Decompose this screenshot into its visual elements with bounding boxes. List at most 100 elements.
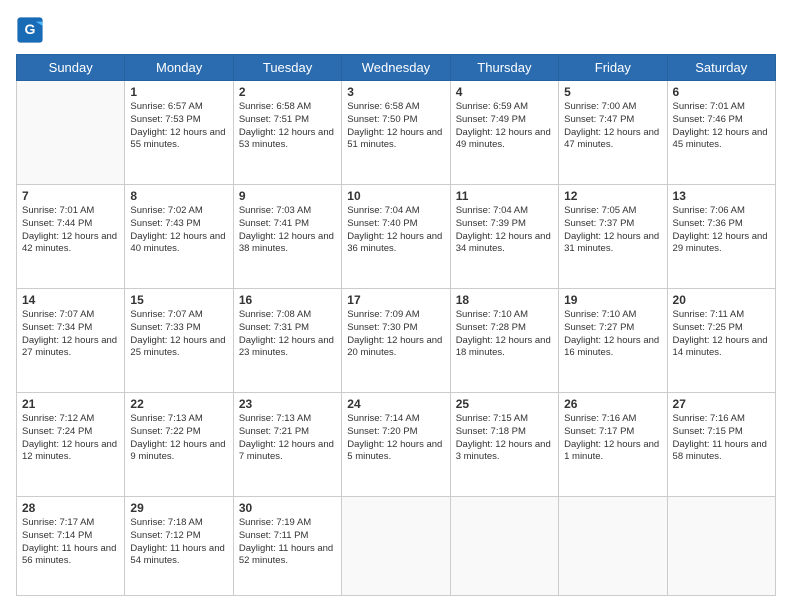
- day-info: Sunrise: 7:13 AM Sunset: 7:21 PM Dayligh…: [239, 413, 336, 464]
- calendar-cell: [342, 496, 450, 595]
- day-number: 5: [564, 85, 661, 99]
- day-number: 1: [130, 85, 227, 99]
- day-number: 16: [239, 293, 336, 307]
- calendar-cell: 22 Sunrise: 7:13 AM Sunset: 7:22 PM Dayli…: [125, 392, 233, 496]
- calendar-cell: 9Sunrise: 7:03 AM Sunset: 7:41 PM Daylig…: [233, 184, 341, 288]
- header-cell-saturday: Saturday: [667, 55, 775, 81]
- day-number: 4: [456, 85, 553, 99]
- day-number: 23: [239, 397, 336, 411]
- day-info: Sunrise: 7:07 AM Sunset: 7:34 PM Dayligh…: [22, 309, 119, 360]
- day-number: 18: [456, 293, 553, 307]
- header-cell-thursday: Thursday: [450, 55, 558, 81]
- week-row-2: 14 Sunrise: 7:07 AM Sunset: 7:34 PM Dayli…: [17, 288, 776, 392]
- calendar-cell: 27 Sunrise: 7:16 AM Sunset: 7:15 PM Dayli…: [667, 392, 775, 496]
- day-number: 21: [22, 397, 119, 411]
- day-info: Sunrise: 7:05 AM Sunset: 7:37 PM Dayligh…: [564, 205, 661, 256]
- day-info: Sunrise: 7:04 AM Sunset: 7:40 PM Dayligh…: [347, 205, 444, 256]
- day-number: 12: [564, 189, 661, 203]
- calendar-cell: 7 Sunrise: 7:01 AM Sunset: 7:44 PM Daylig…: [17, 184, 125, 288]
- day-number: 28: [22, 501, 119, 515]
- calendar-cell: 1 Sunrise: 6:57 AM Sunset: 7:53 PM Daylig…: [125, 81, 233, 185]
- day-number: 8: [130, 189, 227, 203]
- day-info: Sunrise: 7:15 AM Sunset: 7:18 PM Dayligh…: [456, 413, 553, 464]
- calendar-cell: 3Sunrise: 6:58 AM Sunset: 7:50 PM Daylig…: [342, 81, 450, 185]
- calendar-cell: [559, 496, 667, 595]
- day-number: 19: [564, 293, 661, 307]
- day-info: Sunrise: 7:01 AM Sunset: 7:44 PM Dayligh…: [22, 205, 119, 256]
- day-info: Sunrise: 7:11 AM Sunset: 7:25 PM Dayligh…: [673, 309, 770, 360]
- day-number: 22: [130, 397, 227, 411]
- day-number: 30: [239, 501, 336, 515]
- day-info: Sunrise: 6:57 AM Sunset: 7:53 PM Dayligh…: [130, 101, 227, 152]
- header: G: [16, 16, 776, 44]
- day-number: 6: [673, 85, 770, 99]
- header-cell-friday: Friday: [559, 55, 667, 81]
- calendar-cell: 18Sunrise: 7:10 AM Sunset: 7:28 PM Dayli…: [450, 288, 558, 392]
- day-info: Sunrise: 6:59 AM Sunset: 7:49 PM Dayligh…: [456, 101, 553, 152]
- day-number: 25: [456, 397, 553, 411]
- header-cell-sunday: Sunday: [17, 55, 125, 81]
- calendar-cell: 24 Sunrise: 7:14 AM Sunset: 7:20 PM Dayli…: [342, 392, 450, 496]
- header-row: SundayMondayTuesdayWednesdayThursdayFrid…: [17, 55, 776, 81]
- day-info: Sunrise: 7:04 AM Sunset: 7:39 PM Dayligh…: [456, 205, 553, 256]
- calendar-cell: 26Sunrise: 7:16 AM Sunset: 7:17 PM Dayli…: [559, 392, 667, 496]
- calendar-cell: 11 Sunrise: 7:04 AM Sunset: 7:39 PM Dayli…: [450, 184, 558, 288]
- day-info: Sunrise: 7:02 AM Sunset: 7:43 PM Dayligh…: [130, 205, 227, 256]
- day-number: 11: [456, 189, 553, 203]
- day-number: 29: [130, 501, 227, 515]
- day-number: 24: [347, 397, 444, 411]
- day-number: 13: [673, 189, 770, 203]
- logo: G: [16, 16, 48, 44]
- day-number: 14: [22, 293, 119, 307]
- day-number: 2: [239, 85, 336, 99]
- calendar-table: SundayMondayTuesdayWednesdayThursdayFrid…: [16, 54, 776, 596]
- day-number: 9: [239, 189, 336, 203]
- day-number: 10: [347, 189, 444, 203]
- svg-text:G: G: [25, 21, 36, 37]
- calendar-cell: 21 Sunrise: 7:12 AM Sunset: 7:24 PM Dayli…: [17, 392, 125, 496]
- calendar-cell: [667, 496, 775, 595]
- day-info: Sunrise: 7:07 AM Sunset: 7:33 PM Dayligh…: [130, 309, 227, 360]
- calendar-cell: [17, 81, 125, 185]
- calendar-cell: 23 Sunrise: 7:13 AM Sunset: 7:21 PM Dayli…: [233, 392, 341, 496]
- day-number: 3: [347, 85, 444, 99]
- week-row-1: 7 Sunrise: 7:01 AM Sunset: 7:44 PM Daylig…: [17, 184, 776, 288]
- day-number: 27: [673, 397, 770, 411]
- day-info: Sunrise: 7:14 AM Sunset: 7:20 PM Dayligh…: [347, 413, 444, 464]
- week-row-4: 28 Sunrise: 7:17 AM Sunset: 7:14 PM Dayli…: [17, 496, 776, 595]
- week-row-0: 1 Sunrise: 6:57 AM Sunset: 7:53 PM Daylig…: [17, 81, 776, 185]
- day-info: Sunrise: 7:19 AM Sunset: 7:11 PM Dayligh…: [239, 517, 336, 568]
- calendar-cell: 16 Sunrise: 7:08 AM Sunset: 7:31 PM Dayli…: [233, 288, 341, 392]
- day-info: Sunrise: 7:18 AM Sunset: 7:12 PM Dayligh…: [130, 517, 227, 568]
- logo-icon: G: [16, 16, 44, 44]
- header-cell-monday: Monday: [125, 55, 233, 81]
- calendar-cell: 2 Sunrise: 6:58 AM Sunset: 7:51 PM Daylig…: [233, 81, 341, 185]
- calendar-cell: 20 Sunrise: 7:11 AM Sunset: 7:25 PM Dayli…: [667, 288, 775, 392]
- header-cell-tuesday: Tuesday: [233, 55, 341, 81]
- day-info: Sunrise: 7:08 AM Sunset: 7:31 PM Dayligh…: [239, 309, 336, 360]
- calendar-cell: 13 Sunrise: 7:06 AM Sunset: 7:36 PM Dayli…: [667, 184, 775, 288]
- calendar-cell: 17Sunrise: 7:09 AM Sunset: 7:30 PM Dayli…: [342, 288, 450, 392]
- day-number: 15: [130, 293, 227, 307]
- header-cell-wednesday: Wednesday: [342, 55, 450, 81]
- day-info: Sunrise: 7:01 AM Sunset: 7:46 PM Dayligh…: [673, 101, 770, 152]
- calendar-cell: 8 Sunrise: 7:02 AM Sunset: 7:43 PM Daylig…: [125, 184, 233, 288]
- day-info: Sunrise: 7:00 AM Sunset: 7:47 PM Dayligh…: [564, 101, 661, 152]
- calendar-cell: 6 Sunrise: 7:01 AM Sunset: 7:46 PM Daylig…: [667, 81, 775, 185]
- calendar-cell: 10 Sunrise: 7:04 AM Sunset: 7:40 PM Dayli…: [342, 184, 450, 288]
- day-info: Sunrise: 6:58 AM Sunset: 7:51 PM Dayligh…: [239, 101, 336, 152]
- calendar-cell: 25 Sunrise: 7:15 AM Sunset: 7:18 PM Dayli…: [450, 392, 558, 496]
- day-info: Sunrise: 7:12 AM Sunset: 7:24 PM Dayligh…: [22, 413, 119, 464]
- day-info: Sunrise: 7:13 AM Sunset: 7:22 PM Dayligh…: [130, 413, 227, 464]
- day-number: 7: [22, 189, 119, 203]
- day-info: Sunrise: 7:06 AM Sunset: 7:36 PM Dayligh…: [673, 205, 770, 256]
- calendar-cell: 12 Sunrise: 7:05 AM Sunset: 7:37 PM Dayli…: [559, 184, 667, 288]
- calendar-cell: 30 Sunrise: 7:19 AM Sunset: 7:11 PM Dayli…: [233, 496, 341, 595]
- day-number: 17: [347, 293, 444, 307]
- calendar-cell: [450, 496, 558, 595]
- day-info: Sunrise: 7:17 AM Sunset: 7:14 PM Dayligh…: [22, 517, 119, 568]
- day-info: Sunrise: 7:16 AM Sunset: 7:15 PM Dayligh…: [673, 413, 770, 464]
- day-number: 20: [673, 293, 770, 307]
- day-number: 26: [564, 397, 661, 411]
- page: G SundayMondayTuesdayWednesdayThursdayFr…: [0, 0, 792, 612]
